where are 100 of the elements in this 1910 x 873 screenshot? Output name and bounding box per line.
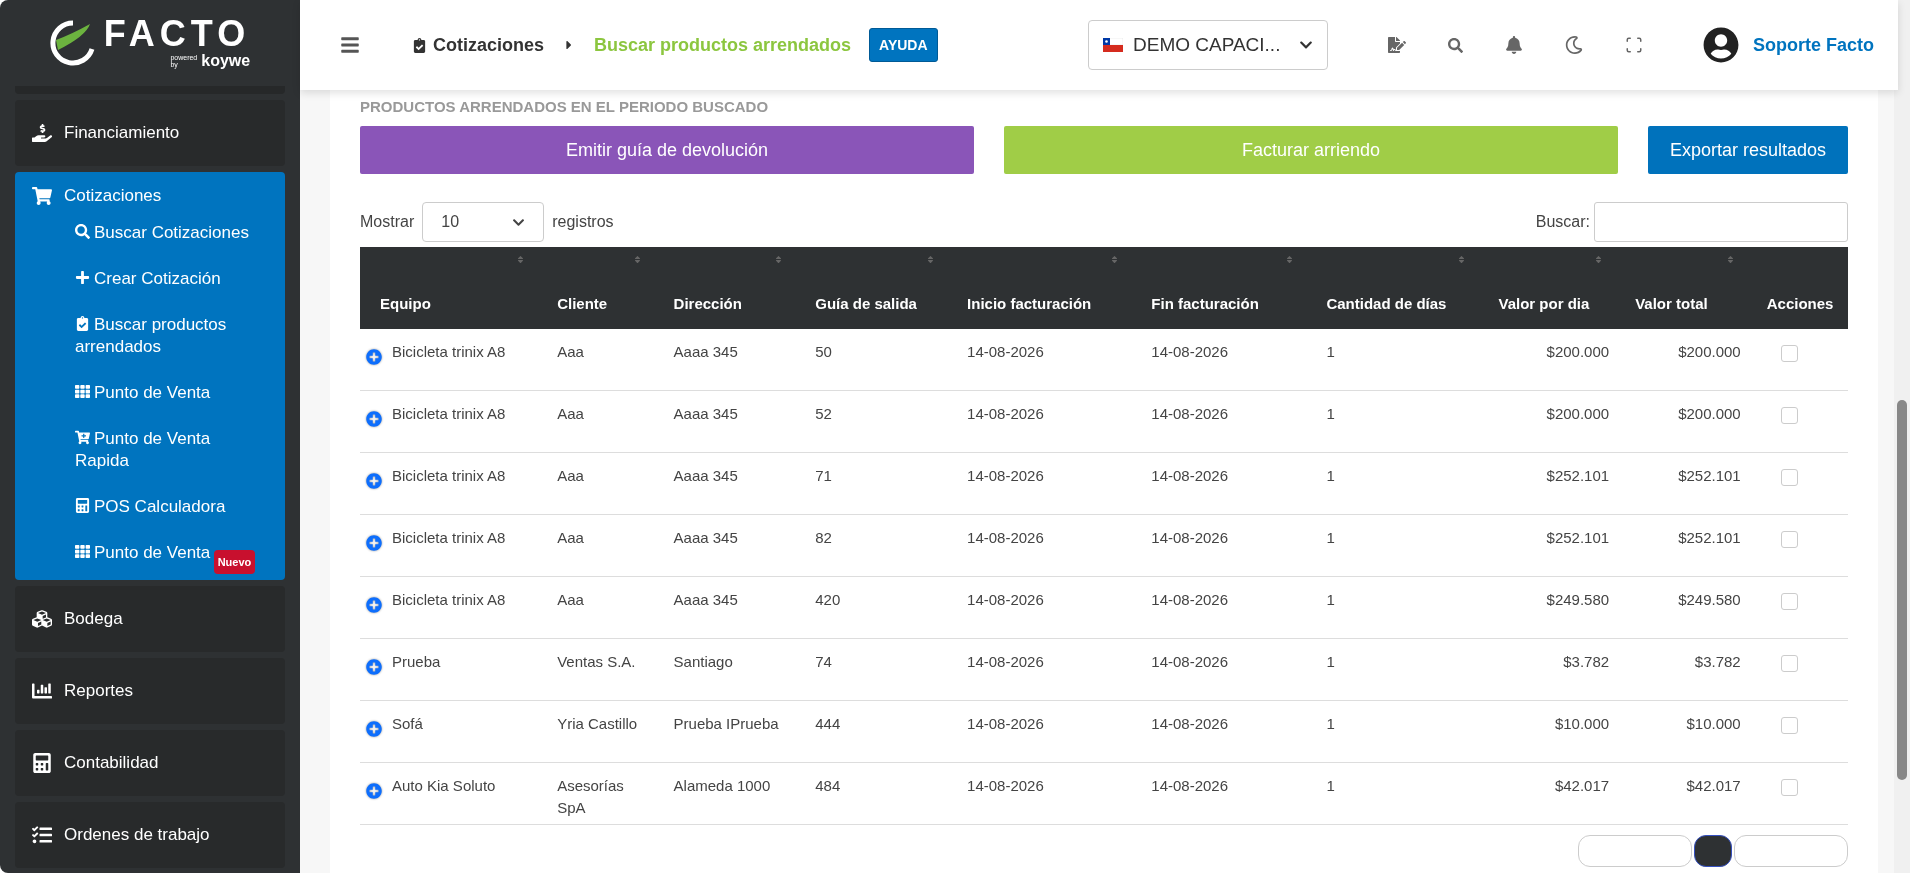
table-cell: 14-08-2026 bbox=[947, 576, 1132, 639]
table-cell: Ventas S.A. bbox=[537, 638, 654, 701]
table-cell: Aaa bbox=[537, 514, 654, 577]
sort-icon bbox=[1725, 255, 1735, 264]
sidebar-item-label: Ordenes de trabajo bbox=[64, 825, 210, 845]
column-header[interactable]: Cliente bbox=[537, 247, 654, 329]
sidebar-item[interactable]: Cotizaciones Buscar Cotizaciones Crear Cotización Buscar productos arrendados Punto de Venta Punto de Venta Rapida POS Calculadora Punto de Venta Nuevo bbox=[15, 172, 285, 580]
sort-icon bbox=[1110, 255, 1120, 264]
table-cell: 14-08-2026 bbox=[947, 329, 1132, 391]
page-size-select[interactable]: 10 bbox=[422, 202, 545, 242]
table-cell: $3.782 bbox=[1615, 638, 1747, 701]
table-cell: Aaa bbox=[537, 390, 654, 453]
sidebar-item[interactable]: Ordenes de trabajo bbox=[15, 802, 285, 868]
search-label: Buscar: bbox=[1535, 213, 1590, 231]
table-cell: 14-08-2026 bbox=[1131, 700, 1307, 763]
table-cell: 14-08-2026 bbox=[947, 762, 1132, 825]
expand-row-icon[interactable] bbox=[366, 659, 382, 675]
expand-row-icon[interactable] bbox=[366, 597, 382, 613]
expand-row-icon[interactable] bbox=[366, 473, 382, 489]
column-header[interactable]: Cantidad de días bbox=[1306, 247, 1479, 329]
table-cell: 14-08-2026 bbox=[947, 390, 1132, 453]
submenu-item[interactable]: Buscar productos arrendados bbox=[75, 314, 265, 358]
table-cell: Bicicleta trinix A8 bbox=[360, 390, 538, 453]
table-cell: Aaa bbox=[537, 576, 654, 639]
table-cell: Alameda 1000 bbox=[653, 762, 796, 825]
row-checkbox[interactable] bbox=[1780, 655, 1798, 672]
grid-icon bbox=[75, 544, 90, 559]
table-cell: $200.000 bbox=[1615, 390, 1747, 453]
submenu-item[interactable]: POS Calculadora bbox=[75, 496, 226, 518]
expand-row-icon[interactable] bbox=[366, 535, 382, 551]
row-checkbox[interactable] bbox=[1780, 779, 1798, 796]
user-menu[interactable]: Soporte Facto bbox=[1703, 27, 1874, 63]
table-cell: Aaaa 345 bbox=[653, 452, 796, 515]
table-cell: 14-08-2026 bbox=[1131, 638, 1307, 701]
table-cell: Aaaa 345 bbox=[653, 514, 796, 577]
table-cell: 14-08-2026 bbox=[947, 700, 1132, 763]
expand-row-icon[interactable] bbox=[366, 349, 382, 365]
table-cell: $252.101 bbox=[1615, 452, 1747, 515]
table-cell: 82 bbox=[795, 514, 948, 577]
sidebar-item[interactable]: Bodega bbox=[15, 586, 285, 652]
table-cell: 14-08-2026 bbox=[947, 452, 1132, 515]
action-button[interactable]: Exportar resultados bbox=[1647, 126, 1848, 174]
sort-icon bbox=[1457, 255, 1467, 264]
column-header[interactable]: Equipo bbox=[360, 247, 538, 329]
column-header[interactable]: Valor por dia bbox=[1478, 247, 1616, 329]
submenu-item[interactable]: Crear Cotización bbox=[75, 268, 221, 290]
column-header[interactable]: Valor total bbox=[1615, 247, 1747, 329]
column-header[interactable]: Guía de salida bbox=[795, 247, 948, 329]
table-cell: 1 bbox=[1306, 514, 1479, 577]
pagination-button[interactable] bbox=[1694, 835, 1732, 867]
table-cell: $249.580 bbox=[1478, 576, 1616, 639]
column-header[interactable]: Fin facturación bbox=[1131, 247, 1307, 329]
row-checkbox[interactable] bbox=[1780, 531, 1798, 548]
sidebar-item-label: Reportes bbox=[64, 681, 133, 701]
column-header[interactable]: Inicio facturación bbox=[947, 247, 1132, 329]
table-cell: $10.000 bbox=[1478, 700, 1616, 763]
row-checkbox[interactable] bbox=[1780, 345, 1798, 362]
breadcrumb-link[interactable]: Cotizaciones bbox=[412, 34, 545, 56]
table-cell: Asesorías SpA bbox=[537, 762, 654, 825]
table-cell: 74 bbox=[795, 638, 948, 701]
table-cell: Bicicleta trinix A8 bbox=[360, 576, 538, 639]
checklist-icon bbox=[32, 825, 52, 845]
sidebar-item[interactable]: Financiamiento bbox=[15, 100, 285, 166]
action-button[interactable]: Emitir guía de devolución bbox=[360, 126, 974, 174]
company-select[interactable]: DEMO CAPACI... bbox=[1088, 20, 1328, 70]
row-checkbox[interactable] bbox=[1780, 717, 1798, 734]
row-checkbox[interactable] bbox=[1780, 593, 1798, 610]
sidebar-item[interactable]: Reportes bbox=[15, 658, 285, 724]
flag-icon bbox=[1103, 38, 1123, 52]
column-header[interactable]: Acciones bbox=[1746, 247, 1848, 329]
bar-chart-icon bbox=[32, 681, 52, 701]
table-cell: 14-08-2026 bbox=[947, 514, 1132, 577]
column-header[interactable]: Dirección bbox=[653, 247, 796, 329]
table-cell: $252.101 bbox=[1478, 452, 1616, 515]
sort-icon bbox=[926, 255, 936, 264]
menu-icon[interactable] bbox=[340, 35, 360, 55]
search-field[interactable] bbox=[1594, 202, 1848, 242]
table-cell: Prueba bbox=[360, 638, 538, 701]
section-title: PRODUCTOS ARRENDADOS EN EL PERIODO BUSCADO bbox=[360, 98, 770, 116]
search-icon bbox=[75, 224, 90, 239]
submenu-item[interactable]: Punto de Venta bbox=[75, 382, 211, 404]
sort-icon bbox=[516, 255, 526, 264]
submenu-item[interactable]: Punto de Venta Rapida bbox=[75, 428, 265, 472]
expand-row-icon[interactable] bbox=[366, 783, 382, 799]
expand-row-icon[interactable] bbox=[366, 411, 382, 427]
expand-row-icon[interactable] bbox=[366, 721, 382, 737]
sidebar-item[interactable]: Contabilidad bbox=[15, 730, 285, 796]
sort-icon bbox=[1594, 255, 1604, 264]
table-cell: 1 bbox=[1306, 452, 1479, 515]
table-cell: Bicicleta trinix A8 bbox=[360, 329, 538, 391]
table-cell: Auto Kia Soluto bbox=[360, 762, 538, 825]
cubes-icon bbox=[32, 609, 52, 629]
cart-plus-icon bbox=[75, 430, 90, 445]
help-button[interactable]: AYUDA bbox=[869, 28, 938, 62]
table-cell: $252.101 bbox=[1478, 514, 1616, 577]
submenu-item[interactable]: Buscar Cotizaciones bbox=[75, 222, 249, 244]
table-cell: Aaaa 345 bbox=[653, 576, 796, 639]
row-checkbox[interactable] bbox=[1780, 407, 1798, 424]
row-checkbox[interactable] bbox=[1780, 469, 1798, 486]
table-cell: $200.000 bbox=[1615, 329, 1747, 391]
